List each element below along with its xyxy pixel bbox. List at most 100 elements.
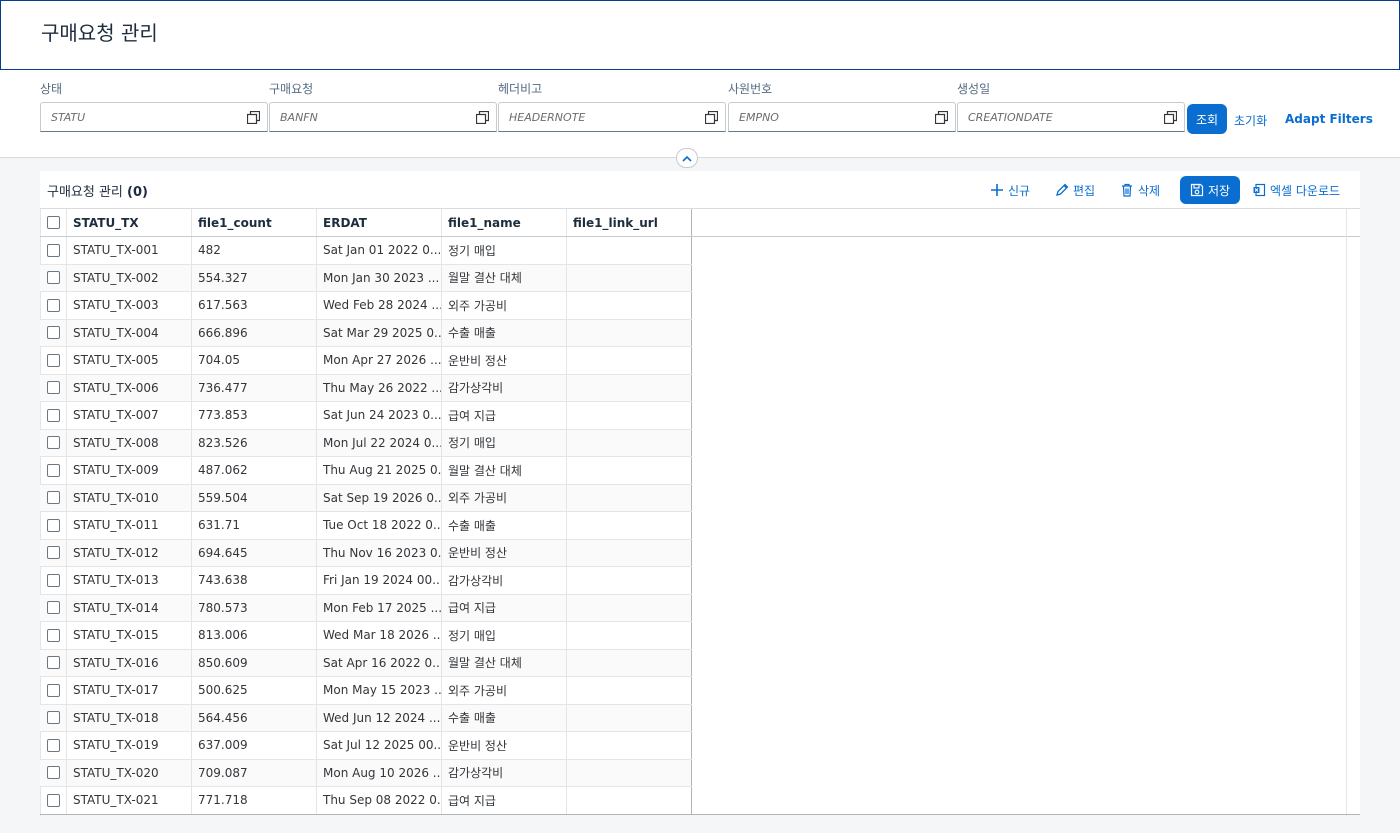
adapt-filters-button[interactable]: Adapt Filters: [1285, 112, 1373, 126]
filter-banfn: 구매요청: [269, 82, 497, 132]
statu-tx-cell: STATU_TX-010: [67, 484, 192, 511]
table-row[interactable]: STATU_TX-004 666.896 Sat Mar 29 2025 0... 수…: [40, 319, 692, 347]
banfn-input[interactable]: [270, 103, 496, 131]
value-help-icon[interactable]: [1164, 111, 1177, 124]
table-row[interactable]: STATU_TX-001 482 Sat Jan 01 2022 0... 정기 매입: [40, 237, 692, 265]
file1-name-cell: 외주 가공비: [442, 677, 567, 704]
value-help-icon[interactable]: [705, 111, 718, 124]
table-row[interactable]: STATU_TX-013 743.638 Fri Jan 19 2024 00...…: [40, 567, 692, 595]
row-checkbox[interactable]: [46, 243, 60, 257]
row-checkbox[interactable]: [46, 518, 60, 532]
column-header[interactable]: file1_name: [442, 209, 567, 236]
save-label: 저장: [1208, 183, 1231, 198]
table-row[interactable]: STATU_TX-021 771.718 Thu Sep 08 2022 0... 급…: [40, 787, 692, 815]
edit-button[interactable]: 편집: [1055, 176, 1095, 204]
row-checkbox[interactable]: [46, 573, 60, 587]
select-all-checkbox[interactable]: [46, 216, 60, 229]
creationdate-input[interactable]: [958, 103, 1184, 131]
row-checkbox[interactable]: [46, 628, 60, 642]
table-row[interactable]: STATU_TX-011 631.71 Tue Oct 18 2022 0... 수출…: [40, 512, 692, 540]
row-select-cell: [40, 347, 67, 374]
value-help-icon[interactable]: [247, 111, 260, 124]
row-checkbox[interactable]: [46, 271, 60, 285]
row-checkbox[interactable]: [46, 491, 60, 505]
table-row[interactable]: STATU_TX-020 709.087 Mon Aug 10 2026 ... 감가…: [40, 759, 692, 787]
statu-tx-cell: STATU_TX-006: [67, 374, 192, 401]
reset-button[interactable]: 초기화: [1234, 112, 1267, 129]
table-row[interactable]: STATU_TX-007 773.853 Sat Jun 24 2023 0... 급…: [40, 402, 692, 430]
value-help-icon[interactable]: [935, 111, 948, 124]
file1-count-cell: 666.896: [192, 319, 317, 346]
row-checkbox[interactable]: [46, 711, 60, 725]
file1-count-cell: 487.062: [192, 457, 317, 484]
table-row[interactable]: STATU_TX-016 850.609 Sat Apr 16 2022 0... 월…: [40, 649, 692, 677]
row-select-cell: [40, 787, 67, 814]
erdat-cell: Wed Jun 12 2024 ...: [317, 704, 442, 731]
table-row[interactable]: STATU_TX-009 487.062 Thu Aug 21 2025 0... 월…: [40, 457, 692, 485]
row-checkbox[interactable]: [46, 683, 60, 697]
empno-input[interactable]: [729, 103, 955, 131]
filter-field[interactable]: [269, 102, 497, 132]
table-row[interactable]: STATU_TX-010 559.504 Sat Sep 19 2026 0... 외…: [40, 484, 692, 512]
row-select-cell: [40, 677, 67, 704]
filter-empno: 사원번호: [728, 82, 956, 132]
statu-tx-cell: STATU_TX-001: [67, 237, 192, 264]
file1-name-cell: 급여 지급: [442, 594, 567, 621]
file1-name-cell: 급여 지급: [442, 402, 567, 429]
table-row[interactable]: STATU_TX-008 823.526 Mon Jul 22 2024 0... 정…: [40, 429, 692, 457]
table-row[interactable]: STATU_TX-014 780.573 Mon Feb 17 2025 ... 급여…: [40, 594, 692, 622]
row-checkbox[interactable]: [46, 793, 60, 807]
filter-field[interactable]: [728, 102, 956, 132]
scrollbar-track[interactable]: [1346, 209, 1347, 816]
filter-field[interactable]: [498, 102, 726, 132]
search-button[interactable]: 조회: [1187, 104, 1227, 134]
erdat-cell: Wed Feb 28 2024 ...: [317, 292, 442, 319]
filter-field[interactable]: [40, 102, 268, 132]
row-checkbox[interactable]: [46, 656, 60, 670]
row-select-cell: [40, 622, 67, 649]
value-help-icon[interactable]: [476, 111, 489, 124]
status-input[interactable]: [41, 103, 267, 131]
table-row[interactable]: STATU_TX-005 704.05 Mon Apr 27 2026 ... 운반비…: [40, 347, 692, 375]
column-header[interactable]: file1_link_url: [567, 209, 692, 236]
file1-name-cell: 감가상각비: [442, 567, 567, 594]
row-checkbox[interactable]: [46, 298, 60, 312]
new-button[interactable]: 신규: [990, 176, 1030, 204]
row-checkbox[interactable]: [46, 408, 60, 422]
file1-name-cell: 외주 가공비: [442, 292, 567, 319]
table-row[interactable]: STATU_TX-003 617.563 Wed Feb 28 2024 ... 외주…: [40, 292, 692, 320]
column-header[interactable]: file1_count: [192, 209, 317, 236]
row-checkbox[interactable]: [46, 381, 60, 395]
excel-download-button[interactable]: 엑셀 다운로드: [1252, 176, 1340, 204]
table-row[interactable]: STATU_TX-012 694.645 Thu Nov 16 2023 0... 운…: [40, 539, 692, 567]
filter-creationdate: 생성일: [957, 82, 1185, 132]
table-row[interactable]: STATU_TX-002 554.327 Mon Jan 30 2023 ... 월말…: [40, 264, 692, 292]
headernote-input[interactable]: [499, 103, 725, 131]
row-checkbox[interactable]: [46, 766, 60, 780]
erdat-cell: Thu May 26 2022 ...: [317, 374, 442, 401]
statu-tx-cell: STATU_TX-021: [67, 787, 192, 814]
filter-field[interactable]: [957, 102, 1185, 132]
save-button[interactable]: 저장: [1180, 176, 1241, 204]
file1-count-cell: 850.609: [192, 649, 317, 676]
table-row[interactable]: STATU_TX-006 736.477 Thu May 26 2022 ... 감가…: [40, 374, 692, 402]
table-header-row: STATU_TX file1_count ERDAT file1_name fi…: [40, 209, 692, 237]
row-checkbox[interactable]: [46, 436, 60, 450]
table-row[interactable]: STATU_TX-017 500.625 Mon May 15 2023 ... 외주…: [40, 677, 692, 705]
row-checkbox[interactable]: [46, 353, 60, 367]
row-checkbox[interactable]: [46, 738, 60, 752]
delete-button[interactable]: 삭제: [1120, 176, 1160, 204]
row-checkbox[interactable]: [46, 326, 60, 340]
table-row[interactable]: STATU_TX-015 813.006 Wed Mar 18 2026 ... 정기…: [40, 622, 692, 650]
column-header[interactable]: STATU_TX: [67, 209, 192, 236]
erdat-cell: Sat Mar 29 2025 0...: [317, 319, 442, 346]
table-row[interactable]: STATU_TX-018 564.456 Wed Jun 12 2024 ... 수출…: [40, 704, 692, 732]
statu-tx-cell: STATU_TX-015: [67, 622, 192, 649]
column-header[interactable]: ERDAT: [317, 209, 442, 236]
table-title-text: 구매요청 관리: [47, 185, 123, 200]
collapse-filter-button[interactable]: [676, 148, 698, 168]
row-checkbox[interactable]: [46, 546, 60, 560]
table-row[interactable]: STATU_TX-019 637.009 Sat Jul 12 2025 00...…: [40, 732, 692, 760]
row-checkbox[interactable]: [46, 601, 60, 615]
row-checkbox[interactable]: [46, 463, 60, 477]
